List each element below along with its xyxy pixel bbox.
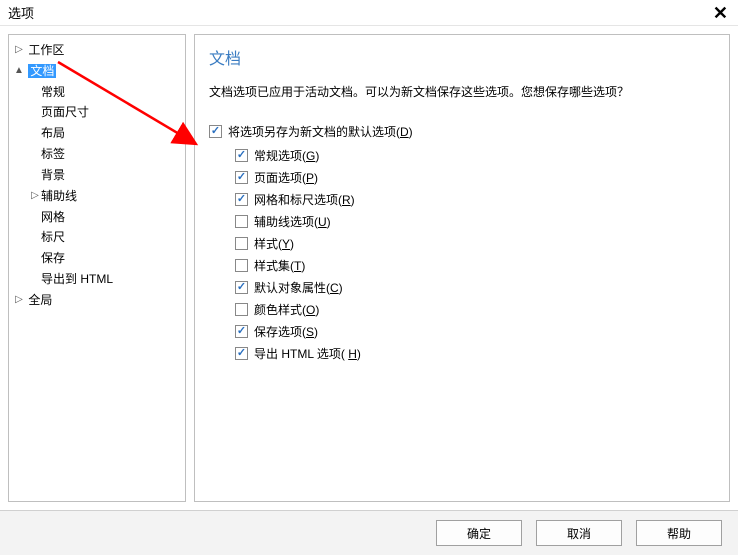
checkbox-icon[interactable] bbox=[235, 149, 248, 162]
checkbox-general-options[interactable]: 常规选项(G) bbox=[235, 144, 715, 166]
tree-item-export-html[interactable]: 导出到 HTML bbox=[29, 268, 185, 289]
checkbox-icon[interactable] bbox=[235, 215, 248, 228]
checkbox-icon[interactable] bbox=[235, 281, 248, 294]
tree-item-rulers[interactable]: 标尺 bbox=[29, 226, 185, 247]
checkbox-styleset[interactable]: 样式集(T) bbox=[235, 254, 715, 276]
chevron-down-icon: ▲ bbox=[13, 61, 25, 81]
checkbox-save-as-default[interactable]: 将选项另存为新文档的默认选项(D) bbox=[209, 120, 715, 142]
dialog-body: ▷ 工作区 ▲ 文档 常规 页面尺寸 布局 标签 背景 ▷辅助线 网格 标尺 bbox=[0, 26, 738, 510]
tree-item-general[interactable]: 常规 bbox=[29, 81, 185, 102]
checkbox-icon[interactable] bbox=[235, 171, 248, 184]
tree-item-global[interactable]: ▷ 全局 bbox=[13, 289, 185, 310]
tree-item-page-size[interactable]: 页面尺寸 bbox=[29, 101, 185, 122]
checkbox-save-options[interactable]: 保存选项(S) bbox=[235, 320, 715, 342]
page-description: 文档选项已应用于活动文档。可以为新文档保存这些选项。您想保存哪些选项？ bbox=[209, 83, 715, 100]
checkbox-label: 颜色样式(O) bbox=[254, 301, 319, 318]
tree-item-workspace[interactable]: ▷ 工作区 bbox=[13, 39, 185, 60]
tree-item-selected: 文档 bbox=[28, 64, 56, 78]
checkbox-label: 辅助线选项(U) bbox=[254, 213, 331, 230]
ok-button[interactable]: 确定 bbox=[436, 520, 522, 546]
tree-item-grid[interactable]: 网格 bbox=[29, 206, 185, 227]
checkbox-label: 常规选项(G) bbox=[254, 147, 319, 164]
nav-tree-pane: ▷ 工作区 ▲ 文档 常规 页面尺寸 布局 标签 背景 ▷辅助线 网格 标尺 bbox=[8, 34, 186, 502]
chevron-right-icon: ▷ bbox=[13, 290, 25, 310]
checkbox-icon[interactable] bbox=[235, 237, 248, 250]
checkbox-icon[interactable] bbox=[209, 125, 222, 138]
checkbox-icon[interactable] bbox=[235, 325, 248, 338]
checkbox-label: 默认对象属性(C) bbox=[254, 279, 343, 296]
checkbox-label: 导出 HTML 选项( H) bbox=[254, 345, 361, 362]
checkbox-label: 页面选项(P) bbox=[254, 169, 318, 186]
checkbox-style[interactable]: 样式(Y) bbox=[235, 232, 715, 254]
page-title: 文档 bbox=[209, 45, 715, 69]
checkbox-page-options[interactable]: 页面选项(P) bbox=[235, 166, 715, 188]
checkbox-icon[interactable] bbox=[235, 259, 248, 272]
checkbox-icon[interactable] bbox=[235, 193, 248, 206]
tree-item-background[interactable]: 背景 bbox=[29, 164, 185, 185]
content-pane: 文档 文档选项已应用于活动文档。可以为新文档保存这些选项。您想保存哪些选项？ 将… bbox=[194, 34, 730, 502]
close-icon[interactable]: ✕ bbox=[711, 4, 730, 22]
checkbox-icon[interactable] bbox=[235, 303, 248, 316]
button-bar: 确定 取消 帮助 bbox=[0, 510, 738, 555]
tree-item-document[interactable]: ▲ 文档 常规 页面尺寸 布局 标签 背景 ▷辅助线 网格 标尺 保存 导出到 … bbox=[13, 60, 185, 289]
tree-item-save[interactable]: 保存 bbox=[29, 247, 185, 268]
checkbox-guide-options[interactable]: 辅助线选项(U) bbox=[235, 210, 715, 232]
tree-item-guides[interactable]: ▷辅助线 bbox=[29, 185, 185, 206]
help-button[interactable]: 帮助 bbox=[636, 520, 722, 546]
checkbox-icon[interactable] bbox=[235, 347, 248, 360]
checkbox-label: 样式(Y) bbox=[254, 235, 294, 252]
checkbox-grid-ruler-options[interactable]: 网格和标尺选项(R) bbox=[235, 188, 715, 210]
cancel-button[interactable]: 取消 bbox=[536, 520, 622, 546]
checkbox-export-html-options[interactable]: 导出 HTML 选项( H) bbox=[235, 342, 715, 364]
checkbox-default-object-props[interactable]: 默认对象属性(C) bbox=[235, 276, 715, 298]
sub-options: 常规选项(G) 页面选项(P) 网格和标尺选项(R) 辅助线选项(U) 样式(Y… bbox=[235, 144, 715, 364]
window-title: 选项 bbox=[8, 3, 711, 22]
checkbox-label: 样式集(T) bbox=[254, 257, 305, 274]
chevron-right-icon: ▷ bbox=[13, 40, 25, 60]
checkbox-label: 网格和标尺选项(R) bbox=[254, 191, 355, 208]
checkbox-label: 将选项另存为新文档的默认选项(D) bbox=[228, 123, 413, 140]
checkbox-label: 保存选项(S) bbox=[254, 323, 318, 340]
tree-item-tags[interactable]: 标签 bbox=[29, 143, 185, 164]
chevron-right-icon: ▷ bbox=[29, 186, 41, 206]
title-bar: 选项 ✕ bbox=[0, 0, 738, 26]
nav-tree: ▷ 工作区 ▲ 文档 常规 页面尺寸 布局 标签 背景 ▷辅助线 网格 标尺 bbox=[9, 39, 185, 310]
checkbox-color-style[interactable]: 颜色样式(O) bbox=[235, 298, 715, 320]
tree-item-layout[interactable]: 布局 bbox=[29, 122, 185, 143]
